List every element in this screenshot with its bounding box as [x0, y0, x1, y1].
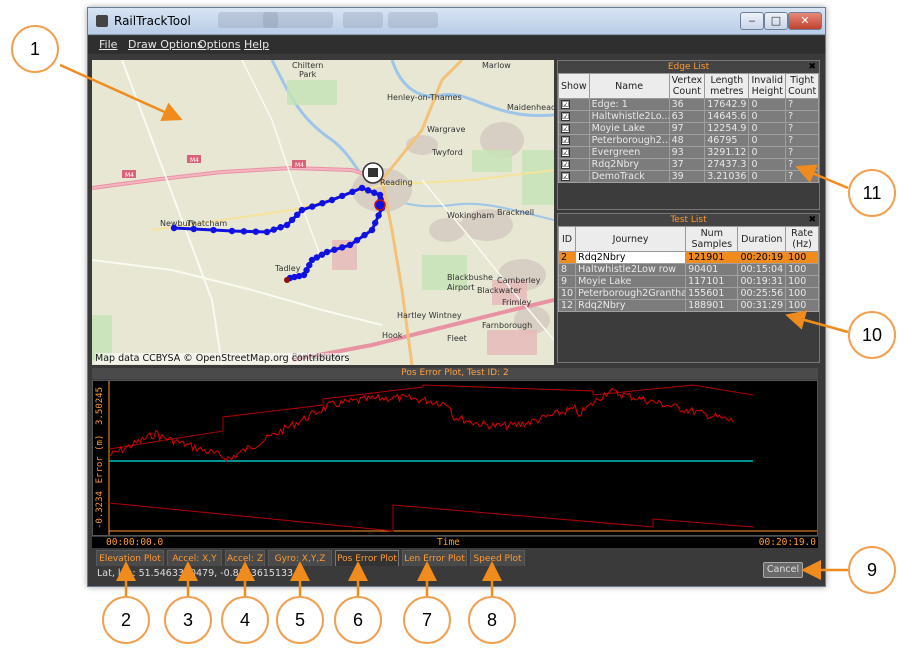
callout-10: 10 — [848, 311, 896, 359]
callout-3: 3 — [164, 596, 212, 644]
callout-9: 9 — [848, 546, 896, 594]
callout-11: 11 — [848, 169, 896, 217]
callout-4: 4 — [221, 596, 269, 644]
callout-2: 2 — [102, 596, 150, 644]
callout-arrows — [59, 63, 849, 598]
callout-8: 8 — [468, 596, 516, 644]
callout-5: 5 — [276, 596, 324, 644]
callout-7: 7 — [403, 596, 451, 644]
callout-1: 1 — [11, 25, 59, 73]
callout-6: 6 — [334, 596, 382, 644]
